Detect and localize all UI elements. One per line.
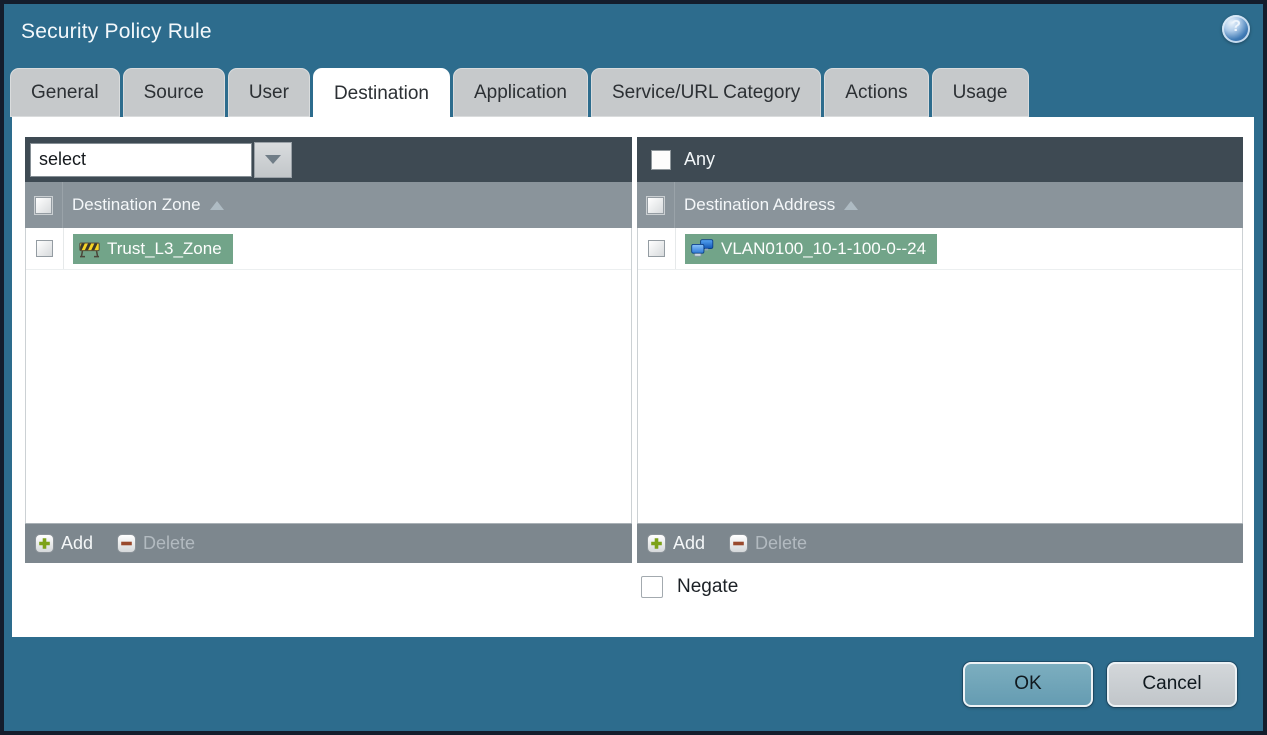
tab-usage[interactable]: Usage xyxy=(931,68,1029,117)
zone-delete-button[interactable]: Delete xyxy=(117,533,195,554)
ok-button[interactable]: OK xyxy=(963,661,1093,707)
zone-label: Trust_L3_Zone xyxy=(107,238,222,258)
zone-icon xyxy=(79,242,100,257)
any-checkbox[interactable] xyxy=(651,149,671,170)
chevron-down-icon xyxy=(265,155,281,164)
address-table-header: Destination Address xyxy=(637,182,1243,228)
destination-tab-content: Destination Zone xyxy=(12,117,1254,637)
negate-label: Negate xyxy=(677,576,739,597)
tab-general[interactable]: General xyxy=(10,68,120,117)
zone-add-button[interactable]: Add xyxy=(35,533,93,554)
address-entry[interactable]: VLAN0100_10-1-100-0--24 xyxy=(685,233,938,264)
zone-footer: Add Delete xyxy=(25,523,632,563)
zone-column-label[interactable]: Destination Zone xyxy=(72,195,201,215)
zone-select-input[interactable] xyxy=(30,142,252,177)
address-table-row: VLAN0100_10-1-100-0--24 xyxy=(638,228,1242,270)
sort-ascending-icon[interactable] xyxy=(209,200,224,210)
destination-address-panel: Any Destination Address VLAN0100_10-1-10… xyxy=(637,137,1243,563)
minus-icon xyxy=(729,534,749,553)
tab-bar: General Source User Destination Applicat… xyxy=(10,68,1029,119)
address-delete-button[interactable]: Delete xyxy=(729,533,807,554)
minus-icon xyxy=(117,534,137,553)
zone-entry[interactable]: Trust_L3_Zone xyxy=(73,233,233,264)
address-column-label[interactable]: Destination Address xyxy=(684,195,835,215)
plus-icon xyxy=(647,534,666,553)
dialog-title: Security Policy Rule xyxy=(21,20,212,43)
address-row-checkbox[interactable] xyxy=(648,240,665,257)
plus-icon xyxy=(35,534,54,553)
destination-zone-panel: Destination Zone xyxy=(25,137,632,563)
sort-ascending-icon[interactable] xyxy=(844,200,859,210)
zone-header-checkbox[interactable] xyxy=(35,196,52,214)
dialog-footer: OK Cancel xyxy=(4,637,1263,731)
zone-toolbar xyxy=(25,137,632,182)
address-footer: Add Delete xyxy=(637,523,1243,563)
negate-checkbox[interactable] xyxy=(641,576,663,598)
zone-row-checkbox[interactable] xyxy=(36,240,53,257)
tab-user[interactable]: User xyxy=(227,68,310,117)
help-icon[interactable] xyxy=(1222,15,1250,43)
zone-table-header: Destination Zone xyxy=(25,182,632,228)
tab-actions[interactable]: Actions xyxy=(824,68,929,117)
address-table-body: VLAN0100_10-1-100-0--24 xyxy=(637,228,1243,523)
negate-row: Negate xyxy=(641,576,1254,598)
address-header-checkbox[interactable] xyxy=(647,196,664,214)
titlebar: Security Policy Rule xyxy=(4,4,1263,68)
tab-service-url-category[interactable]: Service/URL Category xyxy=(590,68,822,117)
zone-table-body: Trust_L3_Zone xyxy=(25,228,632,523)
zone-select-dropdown-button[interactable] xyxy=(254,141,292,178)
address-label: VLAN0100_10-1-100-0--24 xyxy=(721,238,927,258)
cancel-button[interactable]: Cancel xyxy=(1107,661,1237,707)
address-toolbar: Any xyxy=(637,137,1243,182)
tab-application[interactable]: Application xyxy=(453,68,588,117)
any-label: Any xyxy=(684,149,716,169)
network-icon xyxy=(691,239,714,257)
tab-destination[interactable]: Destination xyxy=(312,68,450,119)
zone-table-row: Trust_L3_Zone xyxy=(26,228,631,270)
security-policy-rule-dialog: Security Policy Rule General Source User… xyxy=(0,0,1267,735)
tab-source[interactable]: Source xyxy=(122,68,225,117)
address-add-button[interactable]: Add xyxy=(647,533,705,554)
